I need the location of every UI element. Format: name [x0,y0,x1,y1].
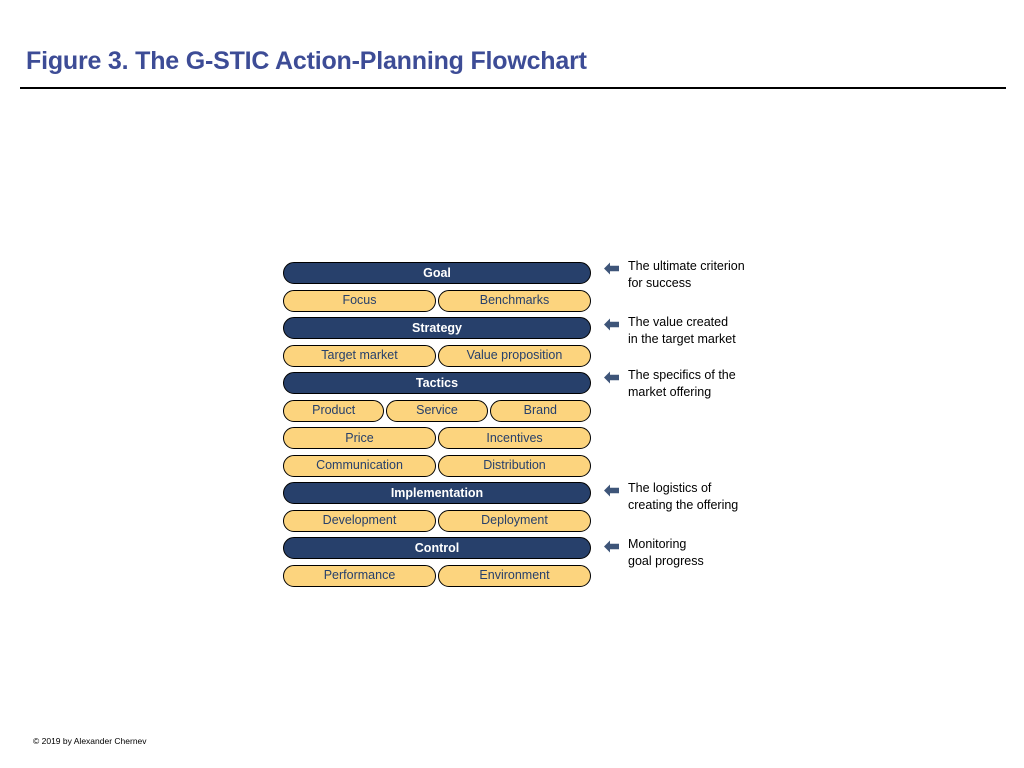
flowchart-row-tactics-items-1: Product Service Brand [283,399,591,422]
item-price[interactable]: Price [283,427,436,449]
item-development[interactable]: Development [283,509,436,532]
section-header-tactics[interactable]: Tactics [283,372,591,394]
item-product[interactable]: Product [283,399,385,422]
item-environment[interactable]: Environment [438,564,591,587]
annotation-text: The ultimate criterion for success [628,259,745,290]
item-deployment[interactable]: Deployment [438,509,591,532]
section-header-implementation[interactable]: Implementation [283,482,591,504]
annotation-text: Monitoring goal progress [628,537,704,568]
flowchart-row-tactics-header: Tactics [283,372,591,394]
annotation-control: Monitoring goal progress [603,536,704,569]
annotation-text: The logistics of creating the offering [628,481,739,512]
annotation-text: The value created in the target market [628,315,736,346]
item-target-market[interactable]: Target market [283,344,436,367]
flowchart-row-goal-items: Focus Benchmarks [283,289,591,312]
item-communication[interactable]: Communication [283,454,436,477]
footer-copyright: © 2019 by Alexander Chernev [33,736,147,746]
left-arrow-icon [603,538,620,555]
left-arrow-icon [603,369,620,386]
flowchart-row-control-items: Performance Environment [283,564,591,587]
annotation-goal: The ultimate criterion for success [603,258,745,291]
section-header-control[interactable]: Control [283,537,591,559]
item-incentives[interactable]: Incentives [438,427,591,449]
item-service[interactable]: Service [386,399,488,422]
flowchart-row-goal-header: Goal [283,262,591,284]
annotation-implementation: The logistics of creating the offering [603,480,738,513]
flowchart-row-tactics-items-2: Price Incentives [283,427,591,449]
section-header-strategy[interactable]: Strategy [283,317,591,339]
item-brand[interactable]: Brand [489,399,591,422]
item-value-proposition[interactable]: Value proposition [438,344,591,367]
flowchart-row-tactics-items-3: Communication Distribution [283,454,591,477]
gstic-flowchart: Goal Focus Benchmarks Strategy Target ma… [283,262,591,592]
flowchart-row-control-header: Control [283,537,591,559]
flowchart-row-strategy-items: Target market Value proposition [283,344,591,367]
annotation-tactics: The specifics of the market offering [603,367,736,400]
flowchart-row-implementation-header: Implementation [283,482,591,504]
item-benchmarks[interactable]: Benchmarks [438,289,591,312]
left-arrow-icon [603,316,620,333]
item-distribution[interactable]: Distribution [438,454,591,477]
item-performance[interactable]: Performance [283,564,436,587]
section-header-goal[interactable]: Goal [283,262,591,284]
flowchart-row-strategy-header: Strategy [283,317,591,339]
item-focus[interactable]: Focus [283,289,436,312]
left-arrow-icon [603,482,620,499]
title-divider [20,87,1006,89]
page-title: Figure 3. The G-STIC Action-Planning Flo… [26,47,587,75]
annotation-text: The specifics of the market offering [628,368,736,399]
left-arrow-icon [603,260,620,277]
annotation-strategy: The value created in the target market [603,314,736,347]
flowchart-row-implementation-items: Development Deployment [283,509,591,532]
